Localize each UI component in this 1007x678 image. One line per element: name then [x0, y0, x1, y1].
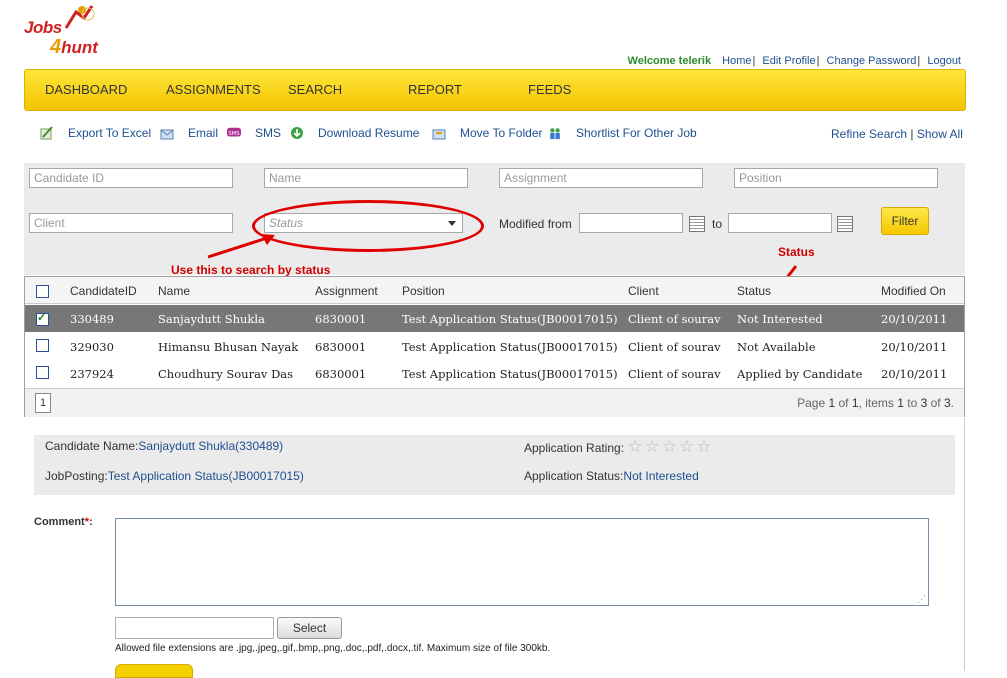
star-icon: ☆ [644, 437, 660, 456]
candidates-grid: CandidateID Name Assignment Position Cli… [24, 276, 965, 417]
refine-search-link[interactable]: Refine Search [831, 127, 907, 141]
candidate-detail-panel: Candidate Name:Sanjaydutt Shukla(330489)… [34, 435, 955, 495]
logo-figure-icon [64, 5, 95, 29]
star-icon: ☆ [627, 437, 643, 456]
change-password-link[interactable]: Change Password [827, 55, 917, 67]
col-assignment[interactable]: Assignment [315, 284, 378, 298]
nav-search[interactable]: SEARCH [288, 82, 342, 97]
position-input[interactable]: Position [734, 168, 938, 188]
folder-icon [432, 129, 446, 140]
candidate-name-link[interactable]: Sanjaydutt Shukla(330489) [138, 439, 283, 453]
nav-assignments[interactable]: ASSIGNMENTS [166, 82, 261, 97]
filter-button[interactable]: Filter [881, 207, 929, 235]
sms-action[interactable]: SMS SMS [227, 126, 281, 140]
shortlist-other-job-action[interactable]: Shortlist For Other Job [548, 126, 697, 140]
export-excel-action[interactable]: Export To Excel [40, 126, 151, 140]
col-modified-on[interactable]: Modified On [881, 284, 946, 298]
edit-profile-link[interactable]: Edit Profile [762, 55, 815, 67]
rating-stars[interactable]: ☆ ☆ ☆ ☆ ☆ [627, 437, 713, 456]
name-input[interactable]: Name [264, 168, 468, 188]
submit-button[interactable] [115, 664, 193, 678]
nav-report[interactable]: REPORT [408, 82, 462, 97]
col-candidateid[interactable]: CandidateID [70, 284, 137, 298]
candidate-name-label: Candidate Name: [45, 439, 139, 453]
main-nav: DASHBOARD ASSIGNMENTS SEARCH REPORT FEED… [24, 69, 966, 111]
page-1-button[interactable]: 1 [35, 393, 51, 413]
table-row[interactable]: 237924 Choudhury Sourav Das 6830001 Test… [25, 360, 964, 387]
app-status-value[interactable]: Not Interested [623, 469, 698, 483]
jobposting-link[interactable]: Test Application Status(JB00017015) [108, 469, 304, 483]
download-icon [291, 127, 303, 139]
star-icon: ☆ [661, 437, 678, 456]
logo-text: Jobs [24, 18, 62, 37]
grid-pager: 1 Page 1 of 1, items 1 to 3 of 3. [25, 388, 964, 417]
pager-info: Page 1 of 1, items 1 to 3 of 3. [797, 396, 954, 410]
comment-textarea[interactable]: ⋰ [115, 518, 929, 606]
grid-header: CandidateID Name Assignment Position Cli… [25, 277, 964, 304]
excel-icon [40, 126, 53, 140]
nav-dashboard[interactable]: DASHBOARD [45, 82, 127, 97]
star-icon: ☆ [696, 437, 712, 456]
annotation-note-status: Status [778, 245, 815, 259]
logout-link[interactable]: Logout [927, 55, 961, 67]
table-row[interactable]: 330489 Sanjaydutt Shukla 6830001 Test Ap… [25, 305, 964, 332]
annotation-ellipse [252, 200, 484, 252]
select-file-button[interactable]: Select [277, 617, 342, 639]
annotation-arrow-icon [207, 234, 275, 259]
modified-to-input[interactable] [728, 213, 832, 233]
logo-hunt: hunt [61, 38, 98, 57]
table-row[interactable]: 329030 Himansu Bhusan Nayak 6830001 Test… [25, 333, 964, 360]
svg-text:SMS: SMS [228, 131, 240, 137]
col-position[interactable]: Position [402, 284, 445, 298]
file-input[interactable] [115, 617, 274, 639]
select-all-checkbox[interactable] [36, 285, 49, 298]
row-checkbox[interactable] [36, 339, 49, 352]
col-status[interactable]: Status [737, 284, 771, 298]
col-client[interactable]: Client [628, 284, 659, 298]
assignment-input[interactable]: Assignment [499, 168, 703, 188]
divider [964, 418, 965, 671]
to-label: to [712, 217, 723, 231]
modified-from-label: Modified from [499, 217, 572, 231]
top-links: Welcome telerik Home| Edit Profile| Chan… [627, 55, 961, 67]
row-checkbox[interactable] [36, 311, 49, 326]
comment-label: Comment*: [34, 516, 93, 528]
home-link[interactable]: Home [722, 55, 751, 67]
annotation-note-status-search: Use this to search by status [171, 263, 331, 277]
email-icon [160, 129, 174, 140]
logo[interactable]: Jobs 4hunt [22, 4, 122, 64]
candidate-id-input[interactable]: Candidate ID [29, 168, 233, 188]
sms-icon: SMS [227, 127, 241, 137]
modified-from-input[interactable] [579, 213, 683, 233]
client-input[interactable]: Client [29, 213, 233, 233]
row-checkbox[interactable] [36, 366, 49, 379]
jobposting-label: JobPosting: [45, 469, 108, 483]
show-all-link[interactable]: Show All [917, 127, 963, 141]
rating-label: Application Rating: [524, 441, 625, 455]
file-extensions-note: Allowed file extensions are .jpg,.jpeg,.… [115, 643, 551, 654]
app-status-label: Application Status: [524, 469, 624, 483]
users-icon [550, 128, 560, 140]
move-to-folder-action[interactable]: Move To Folder [432, 126, 542, 140]
logo-four: 4 [50, 36, 62, 58]
calendar-icon[interactable] [837, 216, 853, 232]
filter-panel: Candidate ID Name Assignment Position Cl… [24, 163, 965, 275]
nav-feeds[interactable]: FEEDS [528, 82, 571, 97]
email-action[interactable]: Email [160, 126, 218, 140]
download-resume-action[interactable]: Download Resume [290, 126, 419, 140]
col-name[interactable]: Name [158, 284, 190, 298]
calendar-icon[interactable] [689, 216, 705, 232]
welcome-text: Welcome telerik [627, 55, 712, 67]
star-icon: ☆ [679, 437, 695, 456]
resize-grip-icon[interactable]: ⋰ [917, 594, 926, 605]
